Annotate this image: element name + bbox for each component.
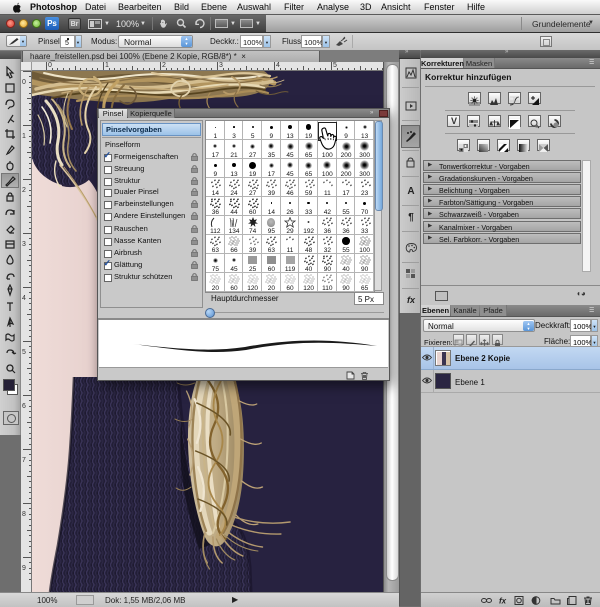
svg-text:fx: fx [499,597,507,606]
